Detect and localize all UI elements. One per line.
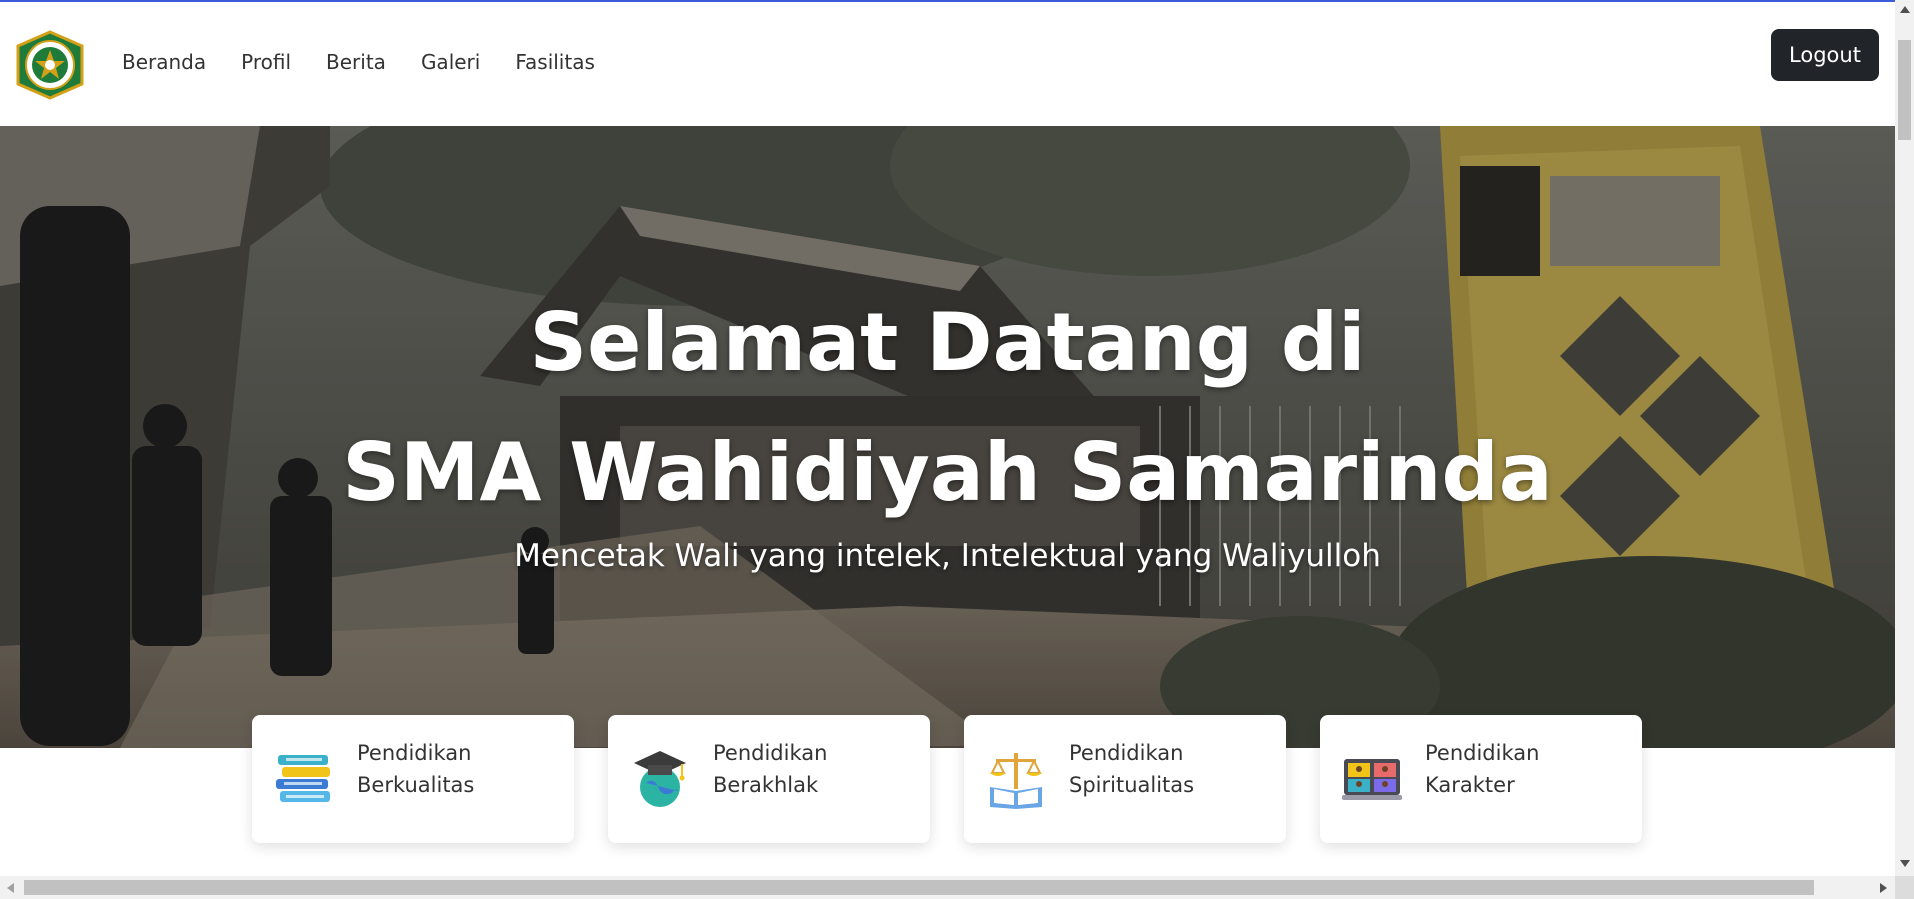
nav-link-profil[interactable]: Profil	[241, 50, 291, 74]
feature-label-line1: Pendidikan	[357, 741, 472, 765]
scrollbar-corner	[1895, 876, 1914, 899]
scroll-left-arrow-icon[interactable]	[7, 883, 14, 893]
scroll-down-arrow-icon[interactable]	[1900, 860, 1910, 867]
hero-title-line1: Selamat Datang di	[529, 296, 1366, 389]
nav-link-fasilitas[interactable]: Fasilitas	[515, 50, 595, 74]
hero-subtitle: Mencetak Wali yang intelek, Intelektual …	[514, 538, 1381, 574]
feature-card-berakhlak: Pendidikan Berakhlak	[608, 715, 930, 843]
feature-card-karakter: Pendidikan Karakter	[1320, 715, 1642, 843]
page: Beranda Profil Berita Galeri Fasilitas L…	[0, 0, 1914, 899]
main-nav: Beranda Profil Berita Galeri Fasilitas	[122, 50, 595, 74]
feature-card-spiritualitas: Pendidikan Spiritualitas	[964, 715, 1286, 843]
feature-label-line1: Pendidikan	[1069, 741, 1184, 765]
feature-card-berkualitas: Pendidikan Berkualitas	[252, 715, 574, 843]
feature-label: Pendidikan Spiritualitas	[1069, 737, 1194, 801]
vertical-scrollbar[interactable]	[1895, 0, 1914, 876]
feature-label-line2: Spiritualitas	[1069, 773, 1195, 797]
feature-label-line2: Karakter	[1425, 773, 1515, 797]
feature-label-line1: Pendidikan	[713, 741, 828, 765]
scroll-up-arrow-icon[interactable]	[1900, 6, 1910, 13]
books-icon	[276, 755, 330, 802]
feature-label: Pendidikan Berakhlak	[713, 737, 827, 801]
video-class-icon	[1342, 759, 1402, 800]
feature-label: Pendidikan Berkualitas	[357, 737, 474, 801]
vertical-scroll-thumb[interactable]	[1898, 40, 1911, 140]
scale-book-icon	[990, 753, 1042, 809]
feature-label-line2: Berkualitas	[357, 773, 475, 797]
horizontal-scrollbar[interactable]	[0, 876, 1895, 899]
logout-button[interactable]: Logout	[1771, 29, 1879, 81]
feature-label: Pendidikan Karakter	[1425, 737, 1539, 801]
feature-label-line2: Berakhlak	[713, 773, 819, 797]
graduation-globe-icon	[634, 751, 686, 807]
nav-link-beranda[interactable]: Beranda	[122, 50, 206, 74]
hero-banner: Selamat Datang di SMA Wahidiyah Samarind…	[0, 126, 1895, 748]
nav-link-berita[interactable]: Berita	[326, 50, 386, 74]
school-logo[interactable]	[14, 30, 86, 100]
hero-title-line2: SMA Wahidiyah Samarinda	[342, 426, 1553, 519]
nav-link-galeri[interactable]: Galeri	[421, 50, 480, 74]
navbar: Beranda Profil Berita Galeri Fasilitas L…	[0, 2, 1895, 126]
horizontal-scroll-thumb[interactable]	[24, 880, 1814, 895]
scroll-right-arrow-icon[interactable]	[1880, 883, 1887, 893]
feature-label-line1: Pendidikan	[1425, 741, 1540, 765]
